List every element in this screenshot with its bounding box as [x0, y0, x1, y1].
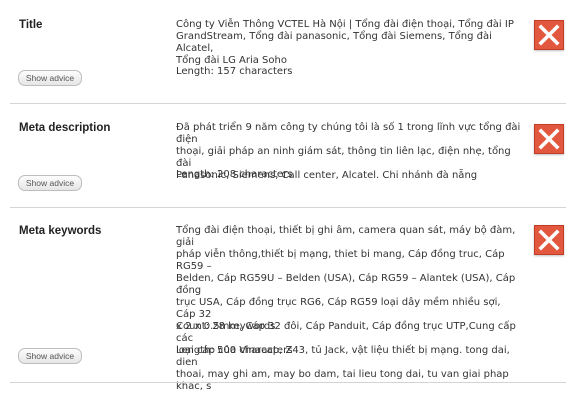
row-label: Meta keywords [19, 225, 102, 237]
x-fail-icon [534, 124, 564, 154]
show-advice-button[interactable]: Show advice [18, 175, 82, 191]
keyword-count-text: Count: 28 keywords [176, 321, 276, 332]
x-fail-icon [534, 225, 564, 255]
length-text: Length: 157 characters [176, 66, 293, 77]
x-fail-icon [534, 20, 564, 50]
show-advice-button[interactable]: Show advice [18, 348, 82, 364]
meta-keywords-row: Meta keywords Tổng đài điện thoại, thiết… [0, 208, 572, 392]
length-text: Length: 208 characters [176, 169, 293, 180]
meta-description-row: Meta description Đã phát triển 9 năm côn… [0, 104, 572, 208]
row-label: Meta description [19, 122, 111, 134]
row-divider [10, 382, 566, 383]
meta-keywords-text: Tổng đài điện thoại, thiết bị ghi âm, ca… [176, 225, 516, 392]
length-text: Length: 500 characters [176, 345, 293, 356]
show-advice-button[interactable]: Show advice [18, 70, 82, 86]
row-label: Title [19, 19, 43, 31]
title-text: Công ty Viễn Thông VCTEL Hà Nội | Tổng đ… [176, 19, 514, 66]
title-row: Title Công ty Viễn Thông VCTEL Hà Nội | … [0, 0, 572, 104]
